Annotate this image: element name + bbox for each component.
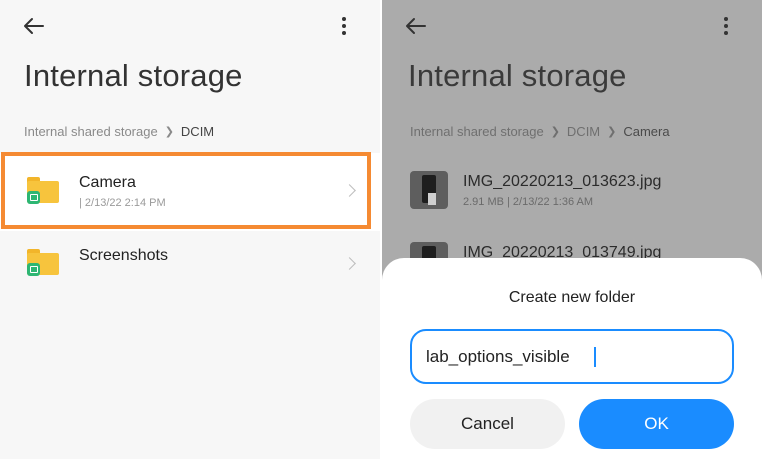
breadcrumb-middle[interactable]: DCIM bbox=[567, 124, 600, 139]
folder-name-input[interactable] bbox=[426, 331, 716, 382]
breadcrumb-root[interactable]: Internal shared storage bbox=[24, 124, 158, 139]
chevron-right-icon: ❯ bbox=[164, 126, 174, 138]
breadcrumb-current: DCIM bbox=[180, 124, 215, 139]
create-folder-dialog: Create new folder Cancel OK bbox=[382, 258, 762, 459]
folder-name-field[interactable] bbox=[410, 329, 734, 384]
breadcrumb: Internal shared storage ❯ DCIM ❯ Camera bbox=[410, 124, 670, 139]
image-thumbnail bbox=[410, 171, 448, 209]
file-row[interactable]: IMG_20220213_013623.jpg 2.91 MB | 2/13/2… bbox=[382, 165, 762, 229]
folder-row-screenshots[interactable]: Screenshots bbox=[0, 231, 380, 295]
page-title: Internal storage bbox=[408, 58, 627, 93]
file-meta: 2.91 MB | 2/13/22 1:36 AM bbox=[463, 196, 594, 208]
page-title: Internal storage bbox=[24, 58, 243, 93]
right-screen: Internal storage Internal shared storage… bbox=[382, 0, 762, 459]
breadcrumb: Internal shared storage ❯ DCIM bbox=[24, 124, 214, 139]
more-vert-icon bbox=[342, 17, 346, 35]
more-vert-icon bbox=[724, 17, 728, 35]
ok-button[interactable]: OK bbox=[579, 399, 734, 449]
folder-icon bbox=[27, 249, 59, 276]
cancel-button[interactable]: Cancel bbox=[410, 399, 565, 449]
chevron-right-icon: ❯ bbox=[550, 126, 560, 138]
back-arrow-icon bbox=[406, 18, 426, 34]
left-screen: Internal storage Internal shared storage… bbox=[0, 0, 380, 459]
more-options-button[interactable] bbox=[330, 12, 358, 40]
text-cursor bbox=[594, 347, 596, 367]
chevron-right-icon bbox=[343, 257, 356, 270]
breadcrumb-root[interactable]: Internal shared storage bbox=[410, 124, 544, 139]
folder-name: Screenshots bbox=[79, 247, 168, 264]
back-button[interactable] bbox=[20, 12, 48, 40]
file-name: IMG_20220213_013623.jpg bbox=[463, 173, 662, 190]
more-options-button[interactable] bbox=[712, 12, 740, 40]
back-arrow-icon bbox=[24, 18, 44, 34]
back-button[interactable] bbox=[402, 12, 430, 40]
chevron-right-icon: ❯ bbox=[607, 126, 617, 138]
breadcrumb-current: Camera bbox=[623, 124, 670, 139]
highlight-box bbox=[1, 152, 371, 229]
dialog-title: Create new folder bbox=[508, 289, 636, 306]
